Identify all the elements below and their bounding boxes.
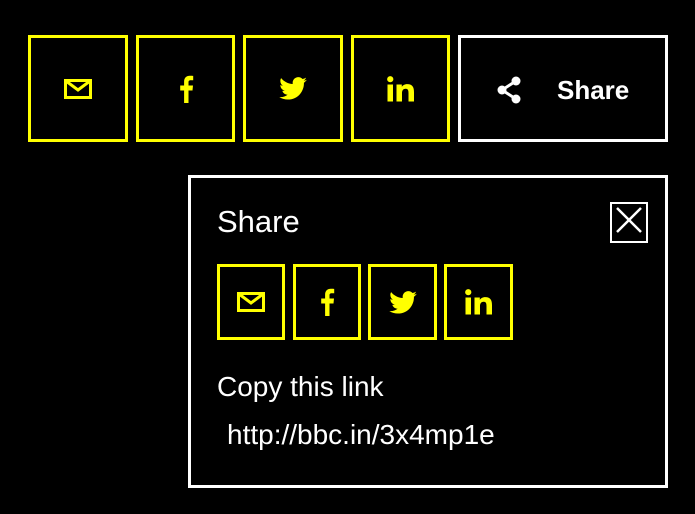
share-popup: Share Copy this link http://bbc.in/3x4mp… — [188, 175, 668, 488]
linkedin-icon — [464, 289, 493, 315]
share-button-label: Share — [557, 75, 630, 105]
popup-twitter-share-button[interactable] — [368, 264, 437, 340]
share-link-field[interactable]: http://bbc.in/3x4mp1e — [227, 418, 495, 452]
linkedin-share-button[interactable] — [351, 35, 450, 142]
twitter-share-button[interactable] — [243, 35, 343, 142]
popup-title: Share — [217, 204, 300, 239]
email-share-button[interactable] — [28, 35, 128, 142]
email-icon — [237, 292, 265, 312]
copy-link-label: Copy this link — [217, 371, 384, 402]
close-icon — [615, 206, 643, 239]
facebook-share-button[interactable] — [136, 35, 235, 142]
share-button[interactable]: Share — [458, 35, 668, 142]
close-button[interactable] — [610, 202, 648, 243]
share-icon — [495, 75, 523, 105]
popup-email-share-button[interactable] — [217, 264, 285, 340]
email-icon — [64, 78, 92, 99]
facebook-icon — [178, 75, 194, 103]
twitter-icon — [388, 290, 417, 314]
facebook-icon — [319, 288, 335, 316]
twitter-icon — [279, 77, 307, 100]
linkedin-icon — [386, 75, 415, 102]
popup-linkedin-share-button[interactable] — [444, 264, 513, 340]
popup-facebook-share-button[interactable] — [293, 264, 361, 340]
